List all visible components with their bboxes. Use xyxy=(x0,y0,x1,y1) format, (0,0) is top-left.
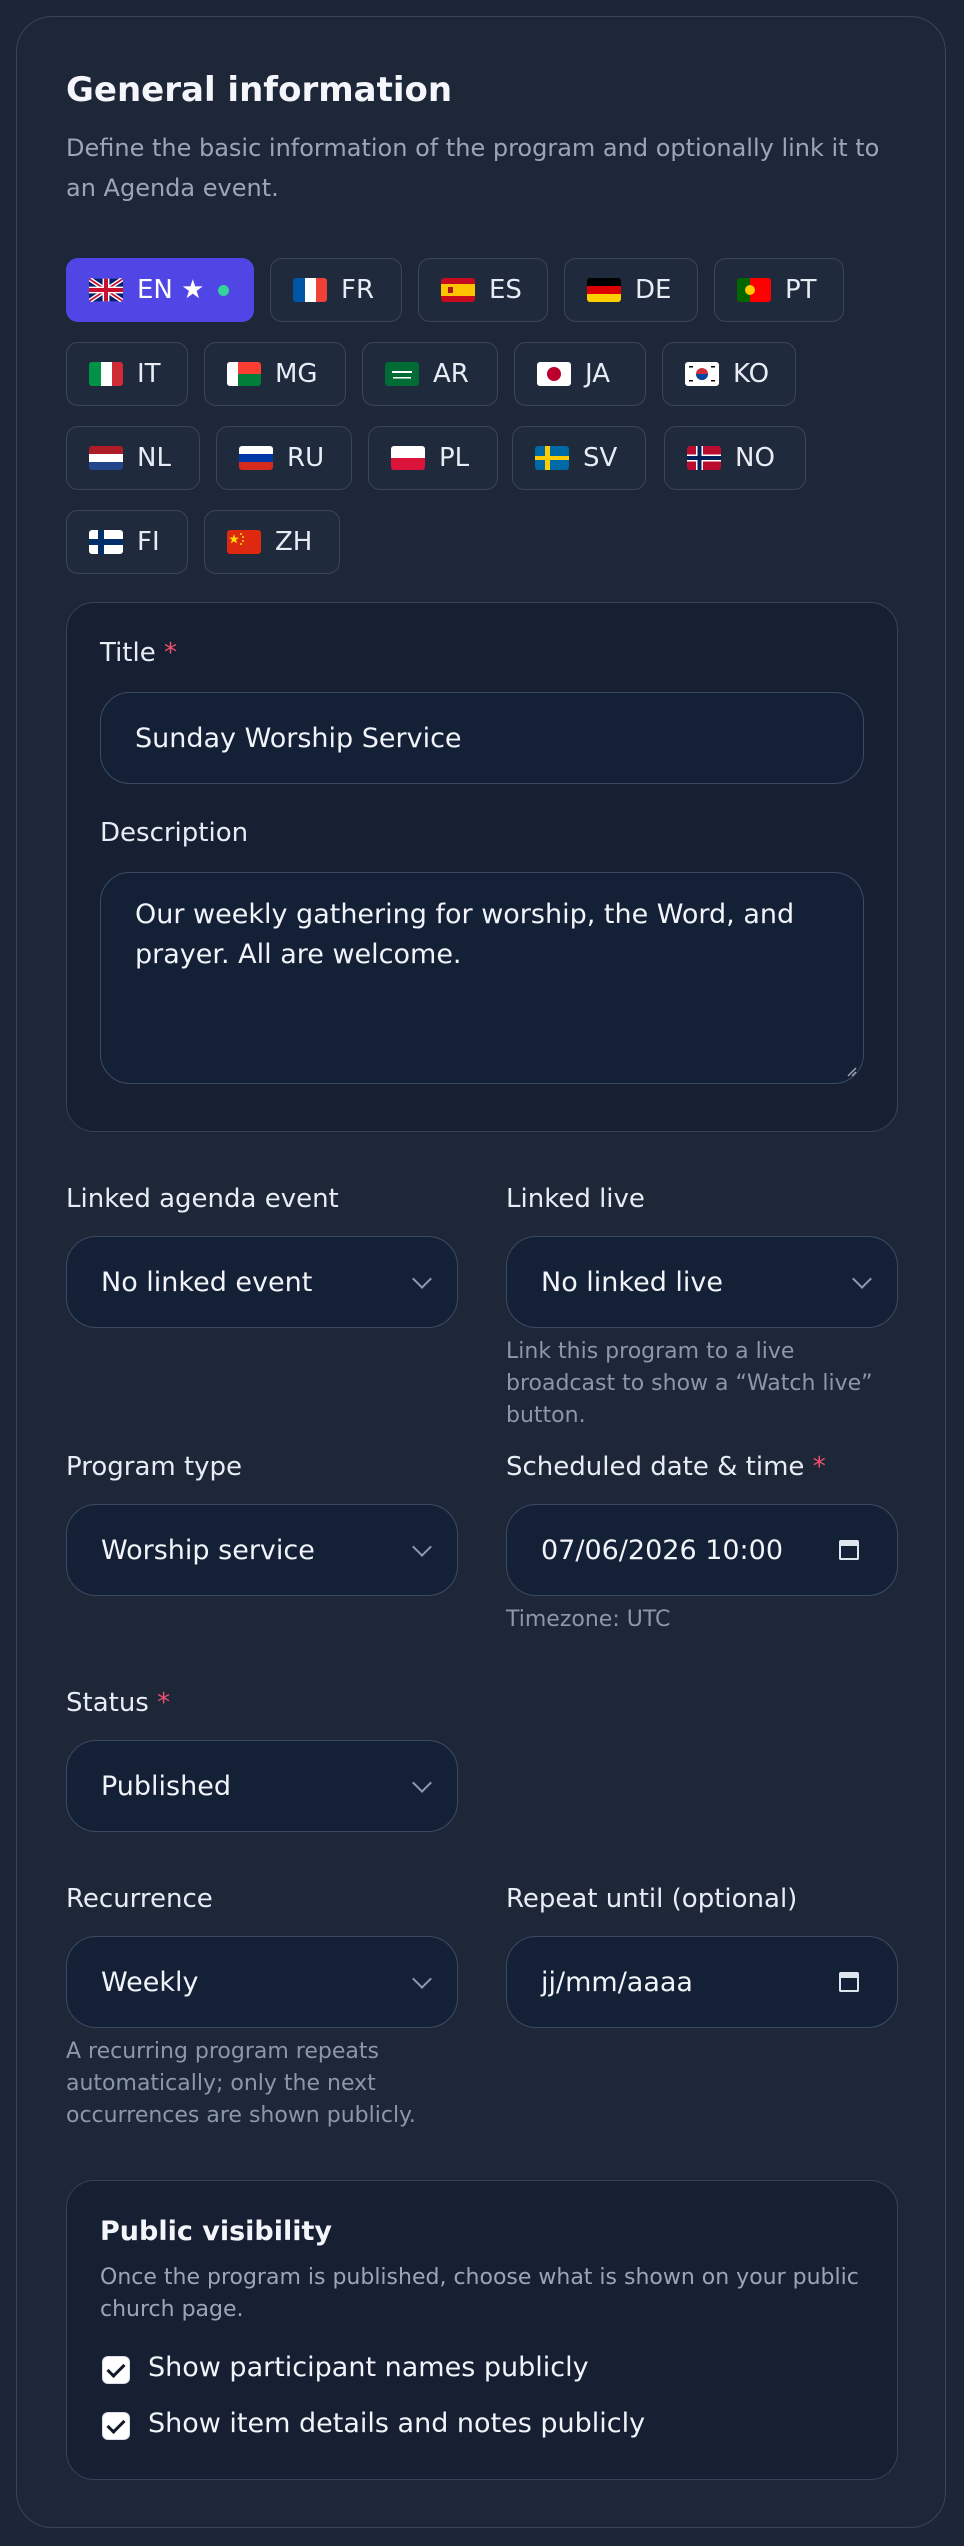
korea-flag-icon xyxy=(685,362,719,386)
language-tab-fr[interactable]: FR xyxy=(270,258,402,322)
language-code: NL xyxy=(137,443,171,473)
spain-flag-icon xyxy=(441,278,475,302)
language-code: RU xyxy=(287,443,325,473)
active-status-dot xyxy=(218,284,230,296)
language-code: KO xyxy=(733,359,770,389)
language-code: JA xyxy=(585,359,610,389)
scheduled-label: Scheduled date & time * xyxy=(506,1452,826,1482)
chevron-down-icon xyxy=(412,1773,432,1793)
japan-flag-icon xyxy=(537,362,571,386)
recurrence-label: Recurrence xyxy=(66,1884,213,1914)
netherlands-flag-icon xyxy=(89,446,123,470)
language-tab-zh[interactable]: ZH xyxy=(204,510,340,574)
language-code: NO xyxy=(735,443,775,473)
italy-flag-icon xyxy=(89,362,123,386)
resize-handle-icon[interactable] xyxy=(845,1065,857,1077)
repeat-until-label: Repeat until (optional) xyxy=(506,1884,798,1914)
language-tab-nl[interactable]: NL xyxy=(66,426,200,490)
language-tab-fi[interactable]: FI xyxy=(66,510,188,574)
language-tab-ru[interactable]: RU xyxy=(216,426,352,490)
sweden-flag-icon xyxy=(535,446,569,470)
section-title: General information xyxy=(66,70,453,110)
calendar-icon[interactable] xyxy=(839,1538,859,1560)
title-label: Title * xyxy=(100,638,177,668)
timezone-help: Timezone: UTC xyxy=(506,1607,671,1632)
scheduled-datetime-input[interactable]: 07/06/2026 10:00 xyxy=(506,1504,898,1596)
title-input[interactable]: Sunday Worship Service xyxy=(100,692,864,784)
description-label: Description xyxy=(100,818,249,848)
language-code: PL xyxy=(439,443,470,473)
poland-flag-icon xyxy=(391,446,425,470)
calendar-icon[interactable] xyxy=(839,1970,859,1992)
language-tab-pt[interactable]: PT xyxy=(714,258,844,322)
show-names-checkbox[interactable] xyxy=(102,2356,130,2384)
language-code: DE xyxy=(635,275,672,305)
language-tab-pl[interactable]: PL xyxy=(368,426,498,490)
norway-flag-icon xyxy=(687,446,721,470)
language-code: ZH xyxy=(275,527,313,557)
language-tab-de[interactable]: DE xyxy=(564,258,698,322)
language-code: PT xyxy=(785,275,817,305)
language-tab-sv[interactable]: SV xyxy=(512,426,646,490)
language-tab-ar[interactable]: AR xyxy=(362,342,498,406)
chevron-down-icon xyxy=(412,1969,432,1989)
recurrence-select[interactable]: Weekly xyxy=(66,1936,458,2028)
language-tab-it[interactable]: IT xyxy=(66,342,188,406)
language-code: AR xyxy=(433,359,469,389)
linked-live-help: Link this program to a live broadcast to… xyxy=(506,1339,873,1428)
show-details-checkbox[interactable] xyxy=(102,2412,130,2440)
linked-agenda-label: Linked agenda event xyxy=(66,1184,339,1214)
language-tab-ko[interactable]: KO xyxy=(662,342,796,406)
chevron-down-icon xyxy=(412,1537,432,1557)
language-tab-ja[interactable]: JA xyxy=(514,342,646,406)
recurrence-help: A recurring program repeats automaticall… xyxy=(66,2039,416,2128)
language-code: SV xyxy=(583,443,618,473)
language-tab-mg[interactable]: MG xyxy=(204,342,346,406)
language-code: IT xyxy=(137,359,161,389)
france-flag-icon xyxy=(293,278,327,302)
section-subtitle: Define the basic information of the prog… xyxy=(66,134,880,202)
repeat-until-date-input[interactable]: jj/mm/aaaa xyxy=(506,1936,898,2028)
visibility-title: Public visibility xyxy=(100,2216,333,2247)
required-mark: * xyxy=(157,1688,171,1718)
program-type-label: Program type xyxy=(66,1452,243,1482)
uk-flag-icon xyxy=(89,278,123,302)
saudi-flag-icon xyxy=(385,362,419,386)
visibility-description: Once the program is published, choose wh… xyxy=(100,2265,859,2322)
language-code: FR xyxy=(341,275,375,305)
germany-flag-icon xyxy=(587,278,621,302)
chevron-down-icon xyxy=(412,1269,432,1289)
portugal-flag-icon xyxy=(737,278,771,302)
linked-live-label: Linked live xyxy=(506,1184,645,1214)
china-flag-icon xyxy=(227,530,261,554)
language-tab-es[interactable]: ES xyxy=(418,258,548,322)
linked-agenda-select[interactable]: No linked event xyxy=(66,1236,458,1328)
status-select[interactable]: Published xyxy=(66,1740,458,1832)
required-mark: * xyxy=(164,638,177,668)
language-code: EN ★ xyxy=(137,275,205,305)
russia-flag-icon xyxy=(239,446,273,470)
program-type-select[interactable]: Worship service xyxy=(66,1504,458,1596)
show-names-label[interactable]: Show participant names publicly xyxy=(148,2352,589,2383)
description-textarea[interactable]: Our weekly gathering for worship, the Wo… xyxy=(100,872,864,1084)
linked-live-select[interactable]: No linked live xyxy=(506,1236,898,1328)
language-code: ES xyxy=(489,275,522,305)
chevron-down-icon xyxy=(852,1269,872,1289)
show-details-label[interactable]: Show item details and notes publicly xyxy=(148,2408,645,2439)
finland-flag-icon xyxy=(89,530,123,554)
status-label: Status * xyxy=(66,1688,171,1718)
language-tab-en[interactable]: EN ★ xyxy=(66,258,254,322)
language-code: MG xyxy=(275,359,318,389)
required-mark: * xyxy=(812,1452,826,1482)
madagascar-flag-icon xyxy=(227,362,261,386)
language-code: FI xyxy=(137,527,160,557)
language-tab-no[interactable]: NO xyxy=(664,426,806,490)
